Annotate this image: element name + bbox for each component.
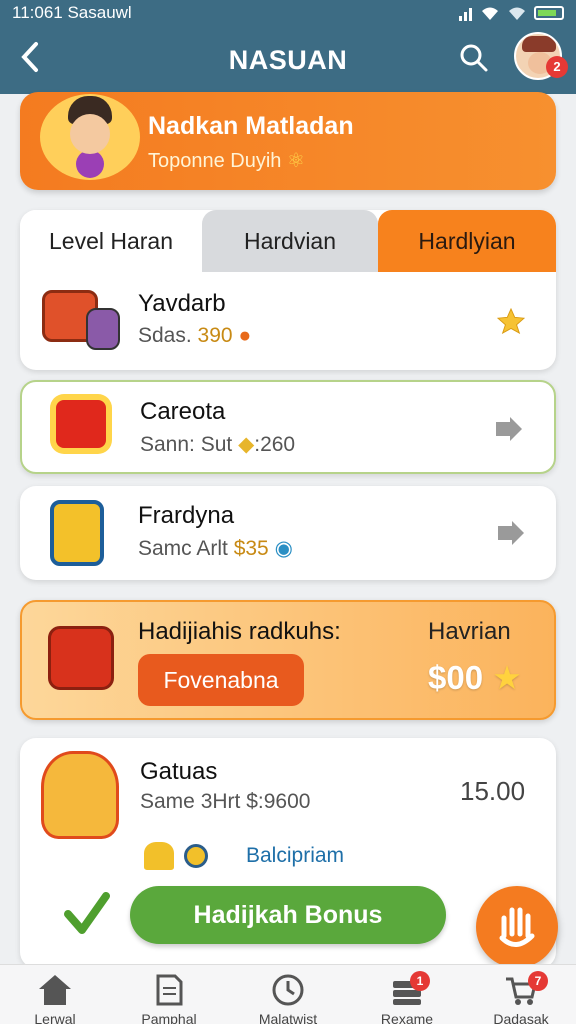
bonus-sub: Same 3Hrt $:9600: [140, 790, 311, 813]
tabs-card: Level Haran Hardvian Hardlyian Yavdarb S…: [20, 210, 556, 370]
signal-icon: [459, 6, 472, 21]
checkmark-icon: [64, 892, 110, 934]
welcome-banner[interactable]: Nadkan Matladan Toponne Duyih ⚛: [20, 92, 556, 190]
app-header: NASUAN 2: [0, 26, 576, 94]
share-arrow-icon[interactable]: [494, 416, 524, 442]
list-item[interactable]: Frardyna Samc Arlt $35 ◉: [20, 486, 556, 580]
coin-icon: ●: [238, 324, 252, 347]
floating-action-button[interactable]: [476, 886, 558, 968]
item-sub: Sann: Sut ◆:260: [140, 433, 296, 456]
gift-box-icon: [56, 400, 106, 448]
back-button[interactable]: [18, 40, 48, 76]
nav-label: Lerwal: [34, 1011, 76, 1024]
battery-icon: [534, 6, 564, 20]
item-sub: Samc Arlt $35 ◉: [138, 537, 293, 560]
status-time: 11:061 Sasauwl: [12, 3, 132, 22]
wifi-icon: [482, 7, 498, 20]
promo-amount: $00 ★: [428, 659, 522, 696]
tab-hardlyian[interactable]: Hardlyian: [378, 210, 556, 272]
nav-label: Rexame: [380, 1011, 434, 1024]
bonus-value: 15.00: [460, 776, 526, 806]
list-item[interactable]: Careota Sann: Sut ◆:260: [20, 380, 556, 474]
nav-item-lerwal[interactable]: Lerwal: [0, 965, 110, 1024]
item-name: Yavdarb: [138, 290, 226, 317]
card-icon: [86, 308, 120, 350]
search-icon: [460, 44, 488, 72]
nav-badge: 7: [528, 971, 548, 991]
star-icon: ★: [492, 659, 522, 696]
nav-label: Pamphal: [141, 1011, 197, 1024]
fox-mascot-icon: [44, 754, 116, 836]
banner-title: Nadkan Matladan: [148, 112, 354, 140]
tab-hardvian[interactable]: Hardvian: [202, 210, 378, 272]
status-icons: [459, 5, 564, 21]
avatar-badge: 2: [546, 56, 568, 78]
nav-item-pamphal[interactable]: Pamphal: [114, 965, 224, 1024]
hand-icon: [499, 907, 535, 947]
share-arrow-icon[interactable]: [496, 520, 526, 546]
smiley-frame-icon: [50, 500, 104, 566]
list-item[interactable]: Yavdarb Sdas. 390 ●: [20, 272, 556, 370]
clock-icon: [272, 974, 304, 1006]
promo-card: Hadijiahis radkuhs: Havrian Fovenabna $0…: [20, 600, 556, 720]
item-name: Frardyna: [138, 502, 235, 529]
wifi-alt-icon: [509, 7, 525, 20]
treasure-bag-icon: [48, 626, 114, 690]
promo-button[interactable]: Fovenabna: [138, 654, 304, 706]
bell-icon: [144, 842, 174, 870]
bonus-tag: Balcipriam: [246, 844, 345, 867]
banner-subtitle: Toponne Duyih ⚛: [148, 150, 305, 172]
page-title: NASUAN: [228, 44, 348, 75]
bottom-nav: Lerwal Pamphal Malatwist 1 Rexame 7 Dada…: [0, 964, 576, 1024]
nav-item-rexame[interactable]: 1 Rexame: [352, 965, 462, 1024]
item-sub: Sdas. 390 ●: [138, 324, 252, 347]
avatar-hat: [522, 36, 556, 52]
mascot-icon: [40, 94, 140, 180]
promo-label: Havrian: [428, 618, 511, 645]
nav-label: Malatwist: [258, 1011, 318, 1024]
home-icon: [39, 975, 71, 1005]
star-icon[interactable]: [496, 308, 526, 334]
status-bar: 11:061 Sasauwl: [0, 0, 576, 26]
chevron-left-icon: [21, 42, 38, 72]
coin-icon: [184, 844, 208, 868]
nav-item-malatwist[interactable]: Malatwist: [233, 965, 343, 1024]
bonus-name: Gatuas: [140, 758, 218, 785]
ball-icon: ◉: [274, 537, 293, 560]
gold-icon: ◆: [238, 433, 255, 456]
nav-item-dadasak[interactable]: 7 Dadasak: [466, 965, 576, 1024]
item-name: Careota: [140, 398, 226, 425]
nav-badge: 1: [410, 971, 430, 991]
document-icon: [156, 974, 183, 1006]
search-button[interactable]: [458, 42, 490, 74]
nav-label: Dadasak: [493, 1011, 549, 1024]
tab-level-haran[interactable]: Level Haran: [20, 210, 202, 272]
bonus-button[interactable]: Hadijkah Bonus: [130, 886, 446, 944]
key-icon: ⚛: [287, 150, 305, 172]
promo-title: Hadijiahis radkuhs:: [138, 618, 341, 645]
